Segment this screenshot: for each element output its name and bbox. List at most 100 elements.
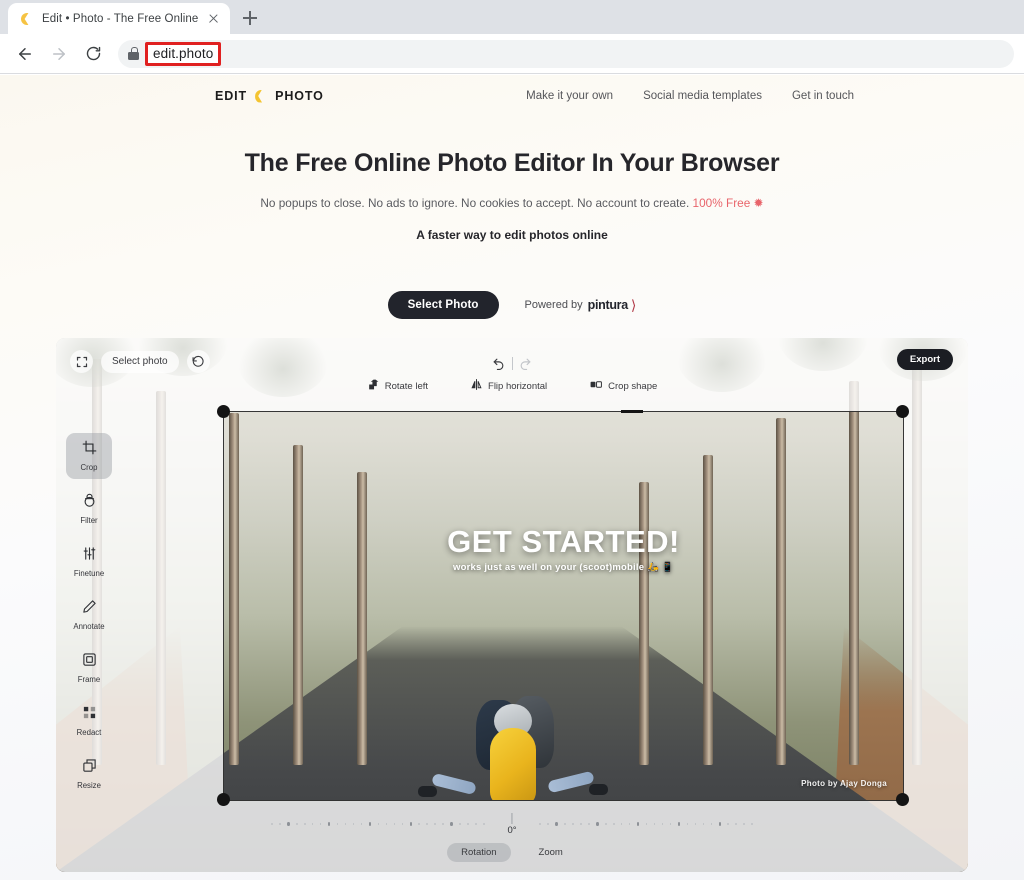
annotate-pen-icon xyxy=(82,599,97,619)
rotation-tick xyxy=(393,823,396,825)
nav-link-social-media-templates[interactable]: Social media templates xyxy=(643,90,762,102)
rotation-tick xyxy=(327,822,331,826)
redo-icon[interactable] xyxy=(513,352,539,374)
pintura-swoosh-icon: ⟩ xyxy=(630,296,637,313)
crop-action-row: Rotate left Flip horizontal Crop shape xyxy=(56,378,968,394)
photo-image xyxy=(224,412,903,800)
flip-horizontal-button[interactable]: Flip horizontal xyxy=(470,378,547,394)
select-photo-button[interactable]: Select Photo xyxy=(387,291,499,319)
rotation-tick xyxy=(360,823,363,825)
rotation-tick xyxy=(303,823,306,825)
rotation-tick xyxy=(669,823,672,825)
new-tab-button[interactable] xyxy=(236,4,264,32)
tool-annotate[interactable]: Annotate xyxy=(66,592,112,638)
site-header: EDIT PHOTO Make it your own Social media… xyxy=(0,80,1024,112)
rotation-tick xyxy=(735,823,738,825)
nav-link-get-in-touch[interactable]: Get in touch xyxy=(792,90,854,102)
tool-finetune[interactable]: Finetune xyxy=(66,539,112,585)
crop-shape-icon xyxy=(589,378,603,394)
hero-subtitle: No popups to close. No ads to ignore. No… xyxy=(0,196,1024,210)
rotate-left-button[interactable]: Rotate left xyxy=(367,378,428,394)
tool-crop[interactable]: Crop xyxy=(66,433,112,479)
crop-handle-top-left[interactable] xyxy=(217,405,230,418)
crop-handle-top-right[interactable] xyxy=(896,405,909,418)
reload-icon[interactable] xyxy=(78,39,108,69)
photo-scene xyxy=(224,412,903,800)
rotation-tick xyxy=(434,823,436,825)
rotation-tick xyxy=(295,823,298,825)
rotation-needle xyxy=(511,812,513,824)
rotation-tick xyxy=(572,823,574,825)
page-content: EDIT PHOTO Make it your own Social media… xyxy=(0,75,1024,880)
tool-redact[interactable]: Redact xyxy=(66,698,112,744)
tool-frame-label: Frame xyxy=(77,675,101,684)
rotation-tick xyxy=(604,823,607,825)
crop-region[interactable]: GET STARTED! works just as well on your … xyxy=(224,412,903,800)
rotation-tick xyxy=(588,823,590,825)
rotation-tick xyxy=(475,823,477,825)
browser-window: Edit • Photo - The Free Online Ph edit.p… xyxy=(0,0,1024,880)
rotation-tick xyxy=(727,823,730,825)
tool-resize[interactable]: Resize xyxy=(66,751,112,797)
rotation-tick xyxy=(653,823,656,825)
undo-icon[interactable] xyxy=(486,352,512,374)
site-logo[interactable]: EDIT PHOTO xyxy=(215,89,324,103)
forward-arrow-icon[interactable] xyxy=(44,39,74,69)
photo-credit: Photo by Ajay Donga xyxy=(801,779,887,788)
free-badge-text: 100% Free xyxy=(692,196,751,210)
rotation-control: 0° Rotation Zoom xyxy=(56,811,968,862)
rotation-tick xyxy=(751,823,753,825)
logo-word-left: EDIT xyxy=(215,89,248,103)
back-arrow-icon[interactable] xyxy=(10,39,40,69)
address-bar[interactable]: edit.photo xyxy=(118,39,1014,68)
rotation-tick xyxy=(564,823,566,825)
rotation-tick xyxy=(271,823,273,825)
rotation-tick xyxy=(311,823,314,825)
rotation-tick xyxy=(595,822,599,826)
rotation-tick xyxy=(442,823,444,825)
rotation-slider[interactable]: 0° xyxy=(56,811,968,837)
rotation-tick xyxy=(336,823,339,825)
photo-overlay-subtitle: works just as well on your (scoot)mobile… xyxy=(453,562,674,573)
powered-by: Powered by pintura ⟩ xyxy=(525,297,637,314)
powered-by-label: Powered by xyxy=(524,299,583,311)
rotation-tick xyxy=(612,823,615,825)
photo-overlay-title: GET STARTED! xyxy=(447,524,680,559)
rotation-indicator: 0° xyxy=(507,812,517,836)
rotation-tick xyxy=(401,823,404,825)
undo-redo-group xyxy=(56,352,968,374)
page-title: The Free Online Photo Editor In Your Bro… xyxy=(244,149,780,177)
redact-icon xyxy=(82,705,97,725)
sparkle-icon: ✹ xyxy=(753,196,764,210)
tab-strip: Edit • Photo - The Free Online Ph xyxy=(0,0,1024,34)
nav-link-make-it-your-own[interactable]: Make it your own xyxy=(526,90,613,102)
tool-filter[interactable]: Filter xyxy=(66,486,112,532)
rotation-tick xyxy=(636,822,640,826)
tab-rotation[interactable]: Rotation xyxy=(447,843,511,862)
crop-edge-top[interactable] xyxy=(621,409,643,413)
rotation-tick xyxy=(743,823,745,825)
rotation-mode-tabs: Rotation Zoom xyxy=(56,843,968,862)
tab-zoom[interactable]: Zoom xyxy=(525,843,577,862)
flip-horizontal-icon xyxy=(470,378,483,394)
rotation-tick xyxy=(286,822,290,826)
editor-tool-rail: Crop Filter Finetune Annotate Frame Reda… xyxy=(66,433,112,797)
browser-tab[interactable]: Edit • Photo - The Free Online Ph xyxy=(8,3,230,34)
rotate-left-label: Rotate left xyxy=(384,380,429,392)
crop-handle-bottom-right[interactable] xyxy=(896,793,909,806)
tool-annotate-label: Annotate xyxy=(73,622,105,631)
close-icon[interactable] xyxy=(205,11,221,27)
filter-icon xyxy=(82,493,97,513)
tool-frame[interactable]: Frame xyxy=(66,645,112,691)
rotation-tick xyxy=(418,823,421,825)
crop-handle-bottom-left[interactable] xyxy=(217,793,230,806)
banana-icon xyxy=(254,89,268,103)
cta-row: Select Photo Powered by pintura ⟩ xyxy=(0,291,1024,319)
rotation-tick xyxy=(385,823,388,825)
url-text: edit.photo xyxy=(153,45,214,61)
crop-shape-button[interactable]: Crop shape xyxy=(589,378,657,394)
flip-horizontal-label: Flip horizontal xyxy=(488,380,548,392)
rotation-tick xyxy=(580,823,582,825)
rotation-tick xyxy=(645,823,648,825)
rotation-tick xyxy=(710,823,713,825)
